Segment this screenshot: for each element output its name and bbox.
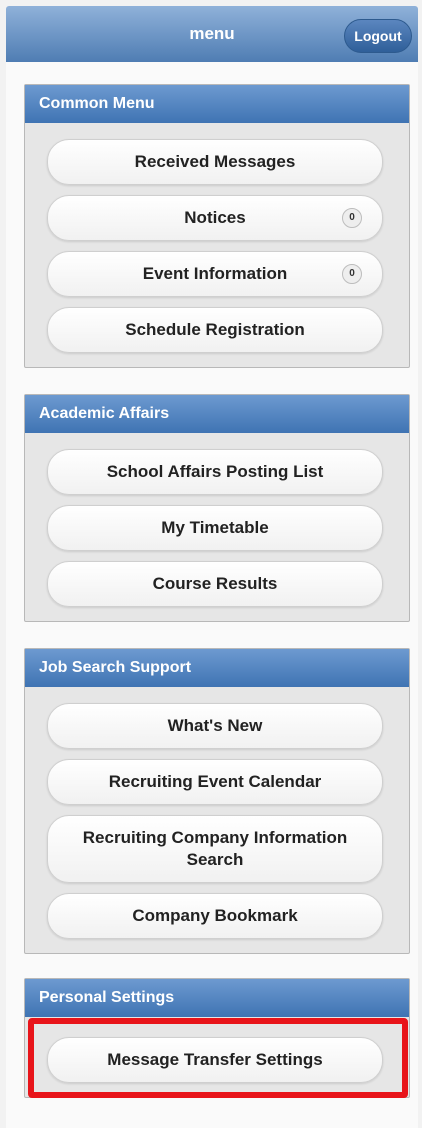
button-label: Company Bookmark bbox=[132, 906, 298, 925]
section-header: Common Menu bbox=[25, 85, 409, 123]
button-label: Event Information bbox=[142, 264, 288, 283]
event-information-button[interactable]: Event Information 0 bbox=[47, 251, 383, 297]
button-label: Recruiting Event Calendar bbox=[108, 772, 322, 791]
highlight-annotation bbox=[28, 1018, 408, 1098]
count-badge: 0 bbox=[342, 208, 362, 228]
section-common-menu: Common Menu Received Messages Notices 0 … bbox=[24, 84, 410, 368]
button-label: Recruiting Company Information Search bbox=[82, 828, 348, 869]
logout-button[interactable]: Logout bbox=[344, 19, 412, 53]
section-header: Job Search Support bbox=[25, 649, 409, 687]
section-header: Personal Settings bbox=[25, 979, 409, 1017]
course-results-button[interactable]: Course Results bbox=[47, 561, 383, 607]
section-job-search-support: Job Search Support What's New Recruiting… bbox=[24, 648, 410, 954]
button-label: Course Results bbox=[152, 574, 278, 593]
received-messages-button[interactable]: Received Messages bbox=[47, 139, 383, 185]
section-academic-affairs: Academic Affairs School Affairs Posting … bbox=[24, 394, 410, 622]
button-label: School Affairs Posting List bbox=[106, 462, 324, 481]
count-badge: 0 bbox=[342, 264, 362, 284]
company-bookmark-button[interactable]: Company Bookmark bbox=[47, 893, 383, 939]
whats-new-button[interactable]: What's New bbox=[47, 703, 383, 749]
notices-button[interactable]: Notices 0 bbox=[47, 195, 383, 241]
my-timetable-button[interactable]: My Timetable bbox=[47, 505, 383, 551]
button-label: Schedule Registration bbox=[125, 320, 305, 339]
button-label: Notices bbox=[184, 208, 246, 227]
recruiting-event-calendar-button[interactable]: Recruiting Event Calendar bbox=[47, 759, 383, 805]
button-label: My Timetable bbox=[161, 518, 269, 537]
schedule-registration-button[interactable]: Schedule Registration bbox=[47, 307, 383, 353]
recruiting-company-information-search-button[interactable]: Recruiting Company Information Search bbox=[47, 815, 383, 883]
section-header: Academic Affairs bbox=[25, 395, 409, 433]
menu-content: Common Menu Received Messages Notices 0 … bbox=[6, 62, 418, 1128]
button-label: Received Messages bbox=[134, 152, 296, 171]
school-affairs-posting-list-button[interactable]: School Affairs Posting List bbox=[47, 449, 383, 495]
button-label: What's New bbox=[167, 716, 263, 735]
top-navbar: menu Logout bbox=[6, 6, 418, 62]
